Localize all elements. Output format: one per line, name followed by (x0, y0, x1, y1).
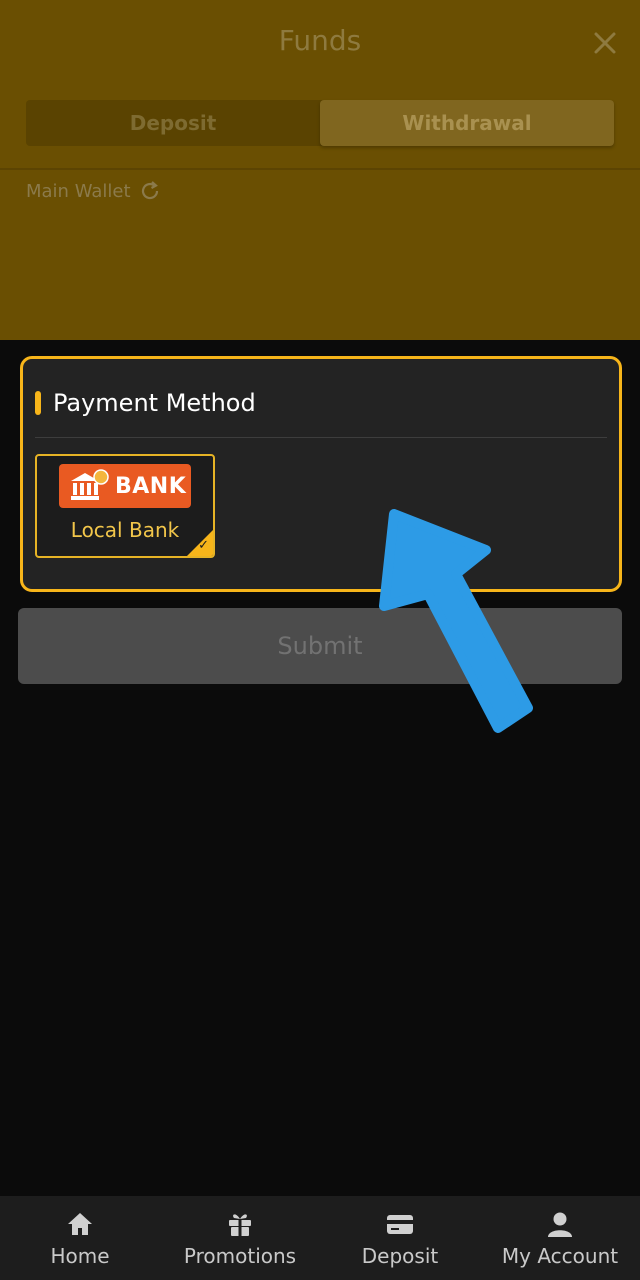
nav-my-account-label: My Account (501, 1244, 619, 1268)
nav-home-label: Home (50, 1244, 110, 1268)
bank-logo: BANK (59, 464, 191, 508)
pointer-arrow-icon (379, 509, 533, 733)
home-icon (68, 1213, 92, 1235)
bottom-navigation: Home Promotions Deposit My Account (0, 1196, 640, 1280)
nav-my-account[interactable]: My Account (480, 1196, 640, 1280)
card-divider (35, 437, 607, 438)
user-icon (548, 1212, 572, 1237)
payment-option-local-bank[interactable]: BANK Local Bank ✓ (35, 454, 215, 558)
header-divider (0, 168, 640, 170)
nav-promotions[interactable]: Promotions (160, 1196, 320, 1280)
payment-method-heading: Payment Method (53, 389, 256, 417)
wallet-label: Main Wallet (26, 180, 131, 202)
tab-withdrawal[interactable]: Withdrawal (320, 100, 614, 146)
refresh-icon[interactable] (139, 180, 161, 202)
nav-deposit[interactable]: Deposit (320, 1196, 480, 1280)
close-icon[interactable] (588, 26, 622, 60)
nav-deposit-label: Deposit (361, 1244, 439, 1268)
gift-icon (229, 1214, 251, 1236)
nav-promotions-label: Promotions (183, 1244, 297, 1268)
nav-home[interactable]: Home (0, 1196, 160, 1280)
check-icon: ✓ (198, 538, 209, 553)
bank-building-icon (71, 469, 109, 500)
payment-method-header: Payment Method (35, 389, 256, 417)
card-icon (387, 1215, 413, 1234)
section-marker (35, 391, 41, 415)
tab-deposit[interactable]: Deposit (26, 100, 320, 146)
page-title: Funds (278, 24, 362, 57)
funds-tabs: Deposit Withdrawal (26, 100, 614, 146)
bank-logo-text: BANK (115, 473, 187, 499)
funds-header: Funds Deposit Withdrawal Main Wallet (0, 0, 640, 340)
main-wallet: Main Wallet (26, 180, 161, 202)
